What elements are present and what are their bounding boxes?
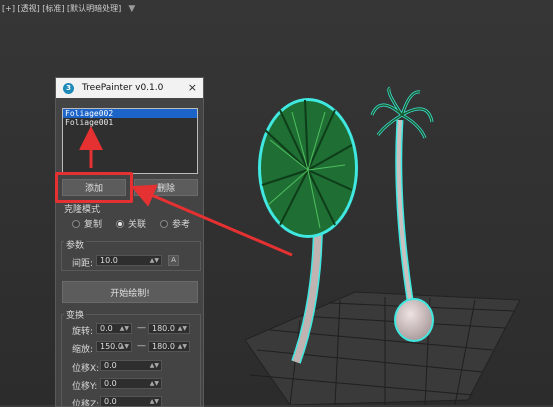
annotation-arrows — [79, 126, 293, 257]
annotation-arrow-left — [130, 184, 293, 257]
